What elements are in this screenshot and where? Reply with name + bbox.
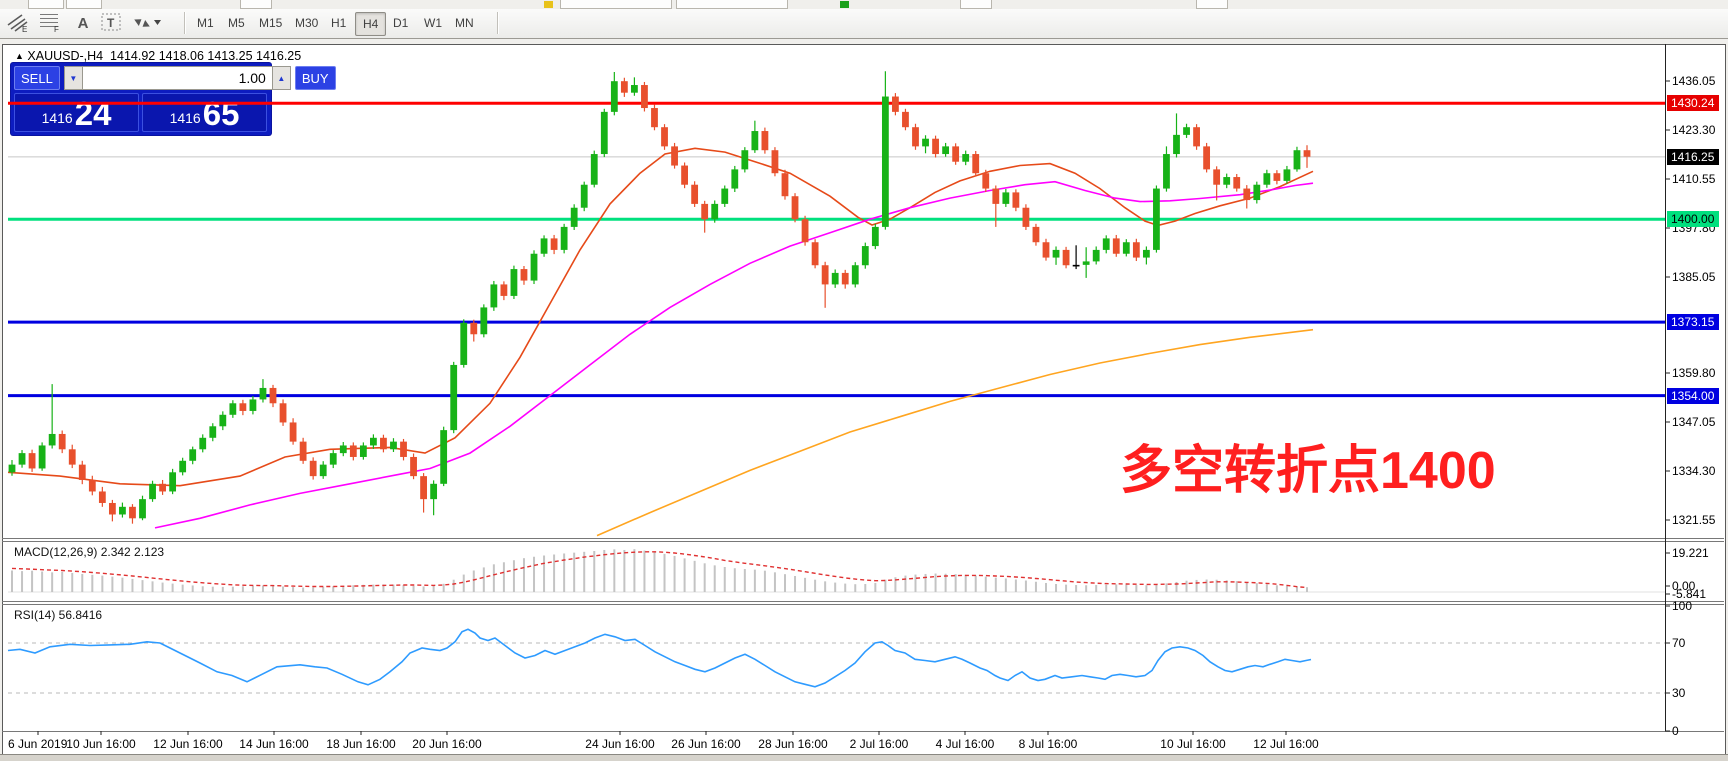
price-tick-label: 1347.05 (1672, 415, 1715, 429)
date-tick-label: 24 Jun 16:00 (585, 737, 654, 751)
equidistant-channel-icon[interactable]: E (6, 11, 32, 35)
svg-text:T: T (107, 16, 115, 30)
rsi-tick-label: 30 (1672, 686, 1685, 700)
price-badge-1373.15: 1373.15 (1667, 314, 1719, 330)
price-tick-label: 1334.30 (1672, 464, 1715, 478)
svg-text:E: E (22, 25, 27, 33)
fibonacci-grid-icon[interactable]: F (38, 11, 64, 35)
drawing-toolbar: E F A T M1M5M15M30H1H4D1W1MN (0, 9, 1728, 39)
timeframe-M30[interactable]: M30 (288, 12, 325, 34)
rsi-header: RSI(14) 56.8416 (14, 608, 102, 622)
price-badge-1416.25: 1416.25 (1667, 149, 1719, 165)
buy-price-button[interactable]: 1416 65 (142, 93, 267, 132)
price-tick-label: 1436.05 (1672, 74, 1715, 88)
buy-button[interactable]: BUY (295, 66, 336, 90)
price-badge-1430.24: 1430.24 (1667, 95, 1719, 111)
sell-price-small: 1416 (42, 110, 73, 126)
macd-header: MACD(12,26,9) 2.342 2.123 (14, 545, 164, 559)
rsi-tick-label: 70 (1672, 636, 1685, 650)
date-tick-label: 6 Jun 2019 (8, 737, 67, 751)
timeframe-MN[interactable]: MN (448, 12, 481, 34)
timeframe-W1[interactable]: W1 (417, 12, 449, 34)
sell-button[interactable]: SELL (14, 66, 60, 90)
price-tick-label: 1385.05 (1672, 270, 1715, 284)
date-tick-label: 8 Jul 16:00 (1019, 737, 1078, 751)
date-tick-label: 10 Jul 16:00 (1160, 737, 1225, 751)
chart-annotation-text: 多空转折点1400 (1120, 428, 1496, 503)
price-tick-label: 1359.80 (1672, 366, 1715, 380)
toolbar-separator (497, 12, 498, 34)
macd-tick-label: 19.221 (1672, 546, 1709, 560)
toolbar-separator (184, 12, 185, 34)
date-tick-label: 14 Jun 16:00 (239, 737, 308, 751)
date-tick-label: 28 Jun 16:00 (758, 737, 827, 751)
date-tick-label: 12 Jul 16:00 (1253, 737, 1318, 751)
remnant-button (66, 0, 102, 9)
timeframe-H4[interactable]: H4 (355, 12, 386, 36)
volume-input[interactable] (83, 66, 272, 90)
date-tick-label: 4 Jul 16:00 (936, 737, 995, 751)
date-tick-label: 20 Jun 16:00 (412, 737, 481, 751)
timeframe-D1[interactable]: D1 (386, 12, 415, 34)
remnant-yellow-icon (544, 1, 553, 8)
price-badge-1400.00: 1400.00 (1667, 211, 1719, 227)
date-tick-label: 12 Jun 16:00 (153, 737, 222, 751)
rsi-tick-label: 0 (1672, 724, 1679, 738)
timeframe-H1[interactable]: H1 (324, 12, 353, 34)
one-click-trade-panel: SELL ▼ ▲ BUY 1416 24 1416 65 (11, 63, 271, 135)
remnant-green-icon (840, 1, 849, 8)
sell-price-big: 24 (75, 99, 112, 129)
window-top-remnant (0, 0, 1728, 9)
text-label-icon[interactable]: A (70, 11, 96, 35)
price-tick-label: 1321.55 (1672, 513, 1715, 527)
date-tick-label: 26 Jun 16:00 (671, 737, 740, 751)
collapse-arrow-icon[interactable]: ▲ (15, 51, 24, 61)
remnant-button (28, 0, 64, 9)
date-tick-label: 2 Jul 16:00 (850, 737, 909, 751)
volume-decrease-button[interactable]: ▼ (64, 66, 83, 90)
remnant-field (560, 0, 672, 9)
volume-increase-button[interactable]: ▲ (272, 66, 291, 90)
timeframe-M15[interactable]: M15 (252, 12, 289, 34)
buy-price-big: 65 (203, 99, 240, 129)
arrows-tool-icon[interactable] (130, 11, 164, 35)
timeframe-M5[interactable]: M5 (221, 12, 252, 34)
sell-price-button[interactable]: 1416 24 (14, 93, 139, 132)
symbol-ohlc-text: XAUUSD-,H4 1414.92 1418.06 1413.25 1416.… (27, 49, 301, 63)
chart-title: ▲ XAUUSD-,H4 1414.92 1418.06 1413.25 141… (15, 49, 301, 63)
date-tick-label: 18 Jun 16:00 (326, 737, 395, 751)
remnant-button (1196, 0, 1228, 9)
rsi-tick-label: 100 (1672, 599, 1692, 613)
timeframe-M1[interactable]: M1 (190, 12, 221, 34)
remnant-button (240, 0, 272, 9)
price-tick-label: 1410.55 (1672, 172, 1715, 186)
price-tick-label: 1423.30 (1672, 123, 1715, 137)
remnant-field (676, 0, 788, 9)
text-box-icon[interactable]: T (100, 11, 126, 35)
price-badge-1354.00: 1354.00 (1667, 388, 1719, 404)
date-tick-label: 10 Jun 16:00 (66, 737, 135, 751)
remnant-button (960, 0, 992, 9)
chart-window[interactable]: ▲ XAUUSD-,H4 1414.92 1418.06 1413.25 141… (2, 44, 1726, 756)
svg-text:F: F (54, 25, 59, 33)
buy-price-small: 1416 (170, 110, 201, 126)
